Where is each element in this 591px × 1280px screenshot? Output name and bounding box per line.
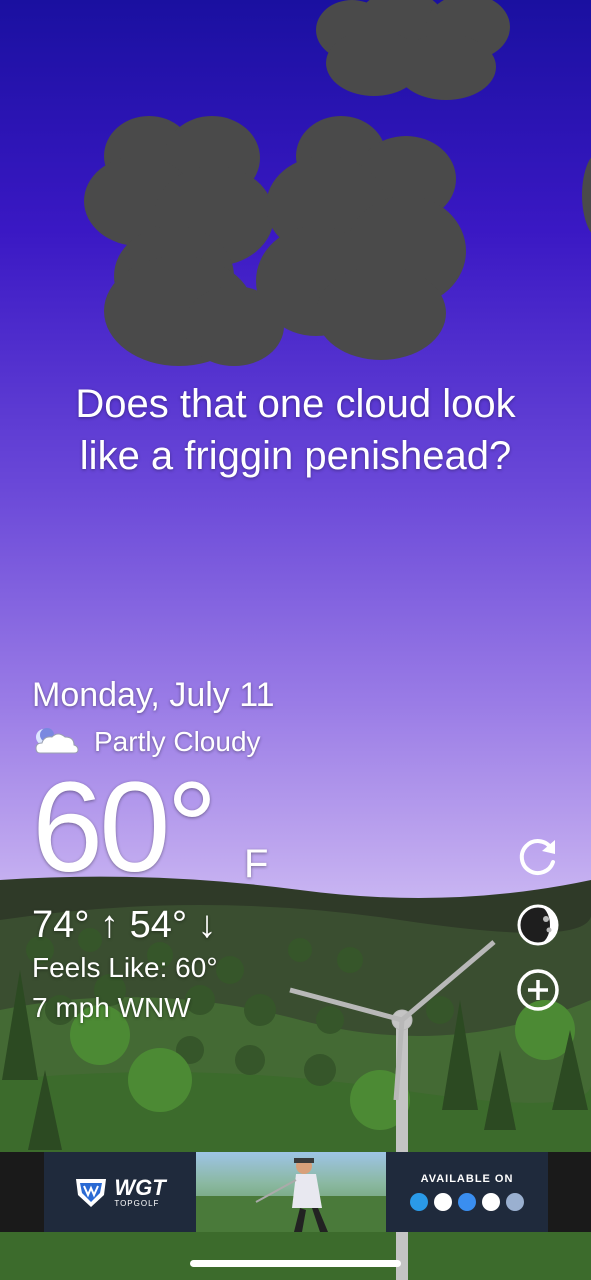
storm-cloud-top <box>316 0 512 100</box>
moon-phase-button[interactable] <box>515 902 561 948</box>
apple-icon <box>434 1193 452 1211</box>
current-temperature: 60° <box>32 756 218 899</box>
condition-label: Partly Cloudy <box>94 726 261 757</box>
condition-row: Partly Cloudy <box>32 726 261 758</box>
feels-like: Feels Like: 60° <box>32 952 218 983</box>
ad-store-links[interactable]: AVAILABLE ON <box>386 1152 548 1232</box>
steam-icon <box>506 1193 524 1211</box>
date-label: Monday, July 11 <box>32 676 275 714</box>
quip-line-1: Does that one cloud look <box>75 382 516 426</box>
ad-content[interactable]: WGT TOPGOLF AVAILABLE ON <box>44 1152 548 1232</box>
add-location-button[interactable] <box>515 967 561 1013</box>
storm-cloud-right <box>256 116 468 360</box>
low-temp: 54° <box>129 904 188 946</box>
partly-cloudy-night-icon <box>35 728 79 754</box>
ad-cta: AVAILABLE ON <box>420 1173 514 1185</box>
ad-logo: WGT TOPGOLF <box>44 1152 196 1232</box>
weather-screen: Does that one cloud look like a friggin … <box>0 0 591 1280</box>
high-temp: 74° <box>32 904 90 946</box>
quip-line-2: like a friggin penishead? <box>79 434 512 478</box>
wind-label: 7 mph WNW <box>32 992 191 1023</box>
ad-banner[interactable]: WGT TOPGOLF AVAILABLE ON <box>0 1152 591 1232</box>
high-low-row: 74° ↑ 54° ↓ <box>32 904 217 947</box>
ad-sub-brand: TOPGOLF <box>114 1198 160 1208</box>
app-store-icon <box>458 1193 476 1211</box>
wgt-shield-icon <box>76 1179 107 1207</box>
ad-golfer-image <box>196 1152 386 1232</box>
storm-cloud-edge <box>582 150 591 240</box>
arrow-down-icon: ↓ <box>197 904 217 946</box>
storm-cloud-left <box>84 116 284 366</box>
temperature-unit: F <box>244 842 269 886</box>
home-indicator[interactable] <box>190 1260 401 1267</box>
refresh-icon <box>519 839 555 876</box>
windows-icon <box>410 1193 428 1211</box>
moon-phase-icon <box>517 904 559 946</box>
arrow-up-icon: ↑ <box>100 904 120 946</box>
refresh-button[interactable] <box>515 834 561 880</box>
ad-brand: WGT <box>114 1174 166 1200</box>
add-location-icon <box>517 969 559 1011</box>
google-play-icon <box>482 1193 500 1211</box>
weather-quip: Does that one cloud look like a friggin … <box>0 378 591 482</box>
